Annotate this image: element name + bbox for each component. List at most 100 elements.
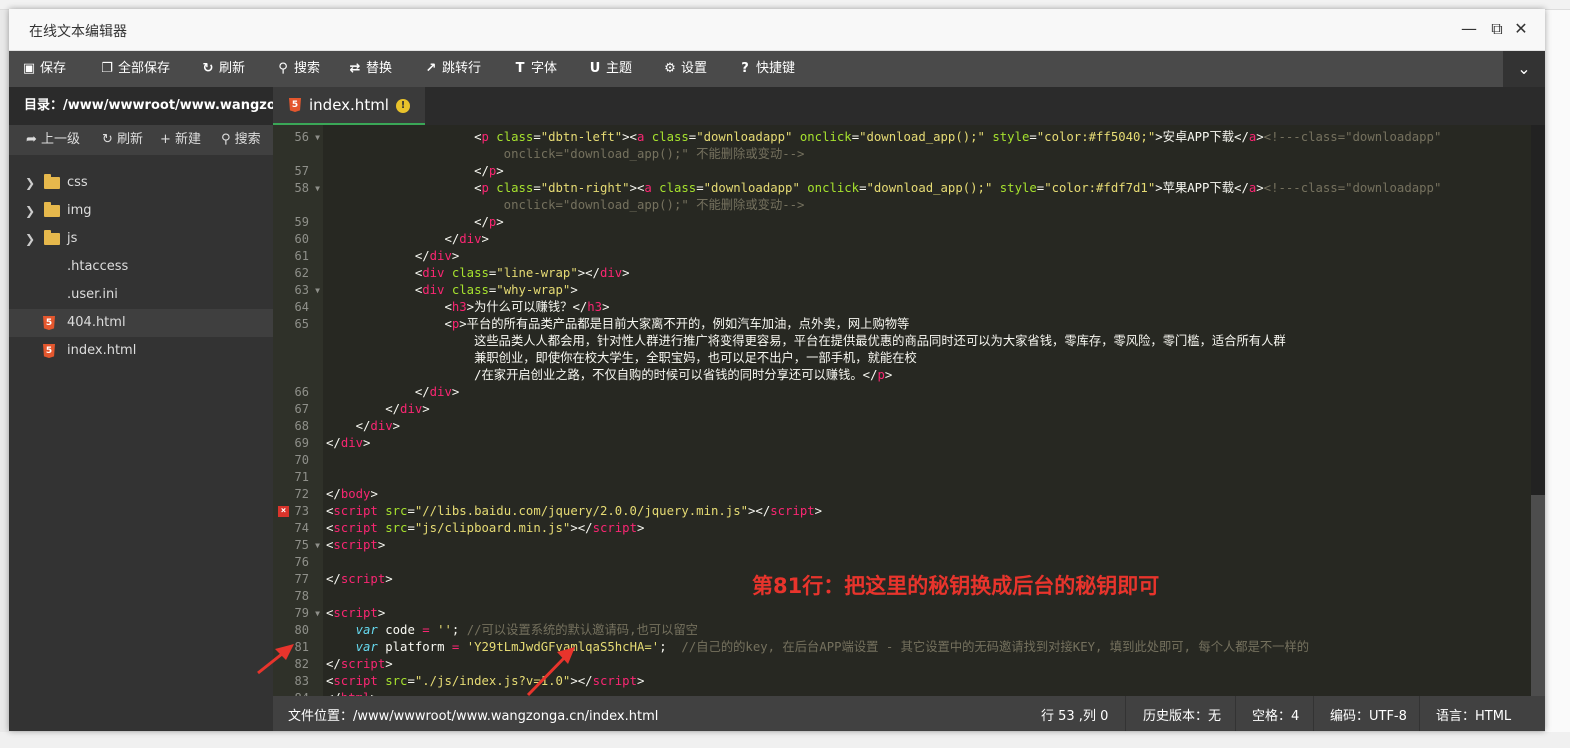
code-token: </ bbox=[326, 385, 430, 399]
code-token: > bbox=[622, 266, 630, 280]
code-token: > bbox=[636, 521, 645, 535]
code-token: ></ bbox=[570, 521, 593, 535]
tree-item[interactable]: .htaccess bbox=[9, 253, 273, 281]
toolbar-button-9[interactable]: ? 快捷键 bbox=[737, 51, 795, 87]
search-icon: ⚲ bbox=[221, 132, 235, 147]
sidebar-action-1[interactable]: ↻ 刷新 bbox=[102, 125, 143, 155]
history-version[interactable]: 历史版本：无 bbox=[1143, 705, 1221, 724]
code-token: > bbox=[1256, 181, 1264, 195]
error-marker-icon[interactable]: × bbox=[278, 506, 289, 517]
chevron-down-icon[interactable]: ⌄ bbox=[1503, 51, 1545, 87]
window-titlebar: 在线文本编辑器 — ⧉ ✕ bbox=[9, 9, 1545, 51]
code-line: onclick="download_app();" 不能删除或变动--> bbox=[326, 197, 805, 214]
sidebar-action-0[interactable]: ➦ 上一级 bbox=[26, 125, 80, 155]
line-number-text: 57 bbox=[294, 164, 309, 178]
close-icon[interactable]: ✕ bbox=[1511, 19, 1531, 39]
fold-arrow-icon[interactable]: ▼ bbox=[315, 537, 320, 554]
code-line: <script src="//libs.baidu.com/jquery/2.0… bbox=[326, 503, 822, 520]
sidebar-action-2[interactable]: + 新建 bbox=[160, 125, 201, 155]
code-line: /在家开启创业之路，不仅自购的时候可以省钱的同时分享还可以赚钱。</p> bbox=[326, 367, 892, 384]
code-token: = bbox=[851, 130, 860, 144]
toolbar-button-label: 全部保存 bbox=[118, 61, 171, 76]
code-token: > bbox=[370, 487, 378, 501]
toolbar-button-1[interactable]: ❐ 全部保存 bbox=[99, 51, 170, 87]
folder-icon bbox=[44, 202, 60, 217]
code-token: script bbox=[333, 521, 378, 535]
line-number bbox=[273, 367, 323, 384]
chevron-right-icon[interactable]: ❯ bbox=[25, 169, 35, 197]
code-line: <script src="js/clipboard.min.js"></scri… bbox=[326, 520, 644, 537]
line-number-text: 64 bbox=[294, 300, 309, 314]
tree-item[interactable]: .user.ini bbox=[9, 281, 273, 309]
code-line: </script> bbox=[326, 571, 393, 588]
background-page-bottom bbox=[0, 732, 1570, 748]
code-token: onclick="download_app();" 不能删除或变动--> bbox=[326, 147, 805, 161]
code-token: = bbox=[533, 130, 541, 144]
code-editor[interactable]: 56 ▼ 57 58 ▼ 59 60 61 62 63 ▼ 64 65 66 67 68 69 70 71 72 × 73… bbox=[273, 125, 1545, 696]
line-number: 71 bbox=[273, 469, 323, 486]
file-sidebar: 目录：/www/wwwroot/www.wangzong... ➦ 上一级 ↻ 刷… bbox=[9, 87, 273, 731]
toolbar-button-4[interactable]: ⇄ 替换 bbox=[347, 51, 392, 87]
code-token: > bbox=[385, 572, 393, 586]
code-token: >< bbox=[622, 130, 637, 144]
line-number-text: 77 bbox=[294, 572, 309, 586]
minimize-icon[interactable]: — bbox=[1459, 19, 1479, 39]
fold-arrow-icon[interactable]: ▼ bbox=[315, 180, 320, 197]
code-line: var platform = 'Y29tLmJwdGFvamlqaS5hcHA=… bbox=[326, 639, 1309, 656]
code-line: <p>平台的所有品类产品都是目前大家离不开的，例如汽车加油，点外卖，网上购物等 bbox=[326, 316, 909, 333]
line-number-text: 61 bbox=[294, 249, 309, 263]
chevron-right-icon[interactable]: ❯ bbox=[25, 197, 35, 225]
code-line: <h3>为什么可以赚钱？</h3> bbox=[326, 299, 609, 316]
toolbar-button-6[interactable]: T 字体 bbox=[512, 51, 557, 87]
indent-spaces[interactable]: 空格：4 bbox=[1252, 705, 1299, 724]
cursor-position[interactable]: 行 53 ,列 0 bbox=[1041, 705, 1108, 724]
vertical-scrollbar-thumb[interactable] bbox=[1531, 495, 1545, 696]
line-number: 67 bbox=[273, 401, 323, 418]
tab-index-html[interactable]: 5 index.html ! bbox=[273, 87, 425, 125]
tree-item[interactable]: ❯ js bbox=[9, 225, 273, 253]
toolbar-button-5[interactable]: ↗ 跳转行 bbox=[423, 51, 481, 87]
tree-item[interactable]: ❯ img bbox=[9, 197, 273, 225]
code-token: "download_app();" bbox=[866, 181, 993, 195]
folder-icon bbox=[44, 174, 60, 189]
fold-arrow-icon[interactable]: ▼ bbox=[315, 282, 320, 299]
line-number: 78 bbox=[273, 588, 323, 605]
code-line: </div> bbox=[326, 231, 488, 248]
fold-arrow-icon[interactable]: ▼ bbox=[315, 605, 320, 622]
toolbar-button-3[interactable]: ⚲ 搜索 bbox=[275, 51, 320, 87]
toolbar-button-0[interactable]: ▣ 保存 bbox=[21, 51, 66, 87]
tree-item[interactable]: 5 index.html bbox=[9, 337, 273, 365]
code-token: script bbox=[333, 504, 378, 518]
code-token: '' bbox=[437, 623, 452, 637]
line-number-text: 73 bbox=[294, 504, 309, 518]
code-line: </div> bbox=[326, 401, 429, 418]
toolbar-button-2[interactable]: ↻ 刷新 bbox=[200, 51, 245, 87]
code-line: <script src="./js/index.js?v=1.0"></scri… bbox=[326, 673, 644, 690]
line-number-text: 76 bbox=[294, 555, 309, 569]
file-language[interactable]: 语言：HTML bbox=[1436, 705, 1511, 724]
toolbar-button-8[interactable]: ⚙ 设置 bbox=[662, 51, 707, 87]
chevron-right-icon[interactable]: ❯ bbox=[25, 225, 35, 253]
line-number: 74 bbox=[273, 520, 323, 537]
code-token: script bbox=[770, 504, 815, 518]
settings-icon: ⚙ bbox=[664, 61, 676, 76]
line-number: 59 bbox=[273, 214, 323, 231]
line-number-text: 81 bbox=[294, 640, 309, 654]
code-line: </script> bbox=[326, 656, 393, 673]
fold-arrow-icon[interactable]: ▼ bbox=[315, 129, 320, 146]
maximize-icon[interactable]: ⧉ bbox=[1487, 19, 1507, 39]
tree-item[interactable]: 5 404.html bbox=[9, 309, 273, 337]
toolbar-button-7[interactable]: U 主题 bbox=[587, 51, 632, 87]
code-token: ></ bbox=[577, 266, 600, 280]
code-token: a bbox=[644, 181, 652, 195]
code-token: script bbox=[333, 538, 378, 552]
line-number-text: 78 bbox=[294, 589, 309, 603]
line-number-text: 75 bbox=[294, 538, 309, 552]
tree-item[interactable]: ❯ css bbox=[9, 169, 273, 197]
sidebar-action-label: 新建 bbox=[175, 132, 202, 147]
line-number: 66 bbox=[273, 384, 323, 401]
line-number-text: 72 bbox=[294, 487, 309, 501]
file-encoding[interactable]: 编码：UTF-8 bbox=[1330, 705, 1407, 724]
code-token: >苹果APP下载</ bbox=[1155, 181, 1249, 195]
sidebar-action-3[interactable]: ⚲ 搜索 bbox=[221, 125, 261, 155]
